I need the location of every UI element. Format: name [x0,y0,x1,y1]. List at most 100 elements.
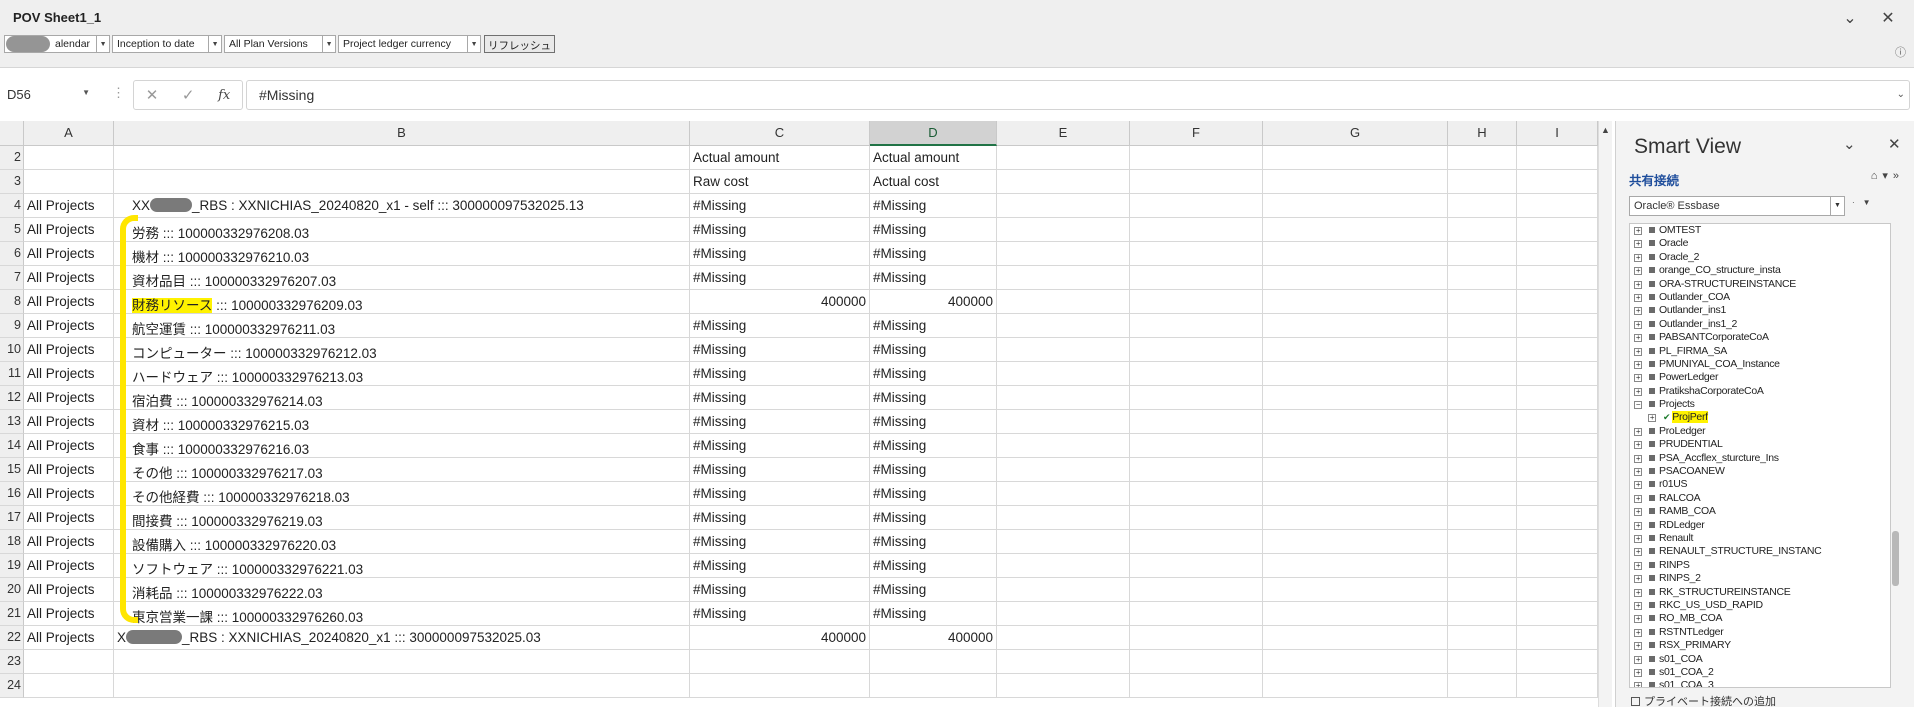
cell-i[interactable] [1517,314,1598,338]
cell-h[interactable] [1448,482,1517,506]
expand-node-icon[interactable]: + [1634,601,1642,610]
expand-node-icon[interactable]: + [1634,334,1642,343]
cell-f[interactable] [1130,290,1263,314]
cell-b[interactable]: 機材 ::: 100000332976210.03 [114,242,690,266]
cell-a[interactable]: All Projects [24,266,114,290]
cell-i[interactable] [1517,458,1598,482]
collapse-node-icon[interactable]: − [1634,401,1642,410]
cell-e[interactable] [997,218,1130,242]
cell-f[interactable] [1130,554,1263,578]
chevron-down-icon[interactable]: ▾ [1882,170,1893,182]
expand-node-icon[interactable]: + [1634,642,1642,651]
cell-b[interactable]: 消耗品 ::: 100000332976222.03 [114,578,690,602]
expand-node-icon[interactable]: + [1634,427,1642,436]
cell-c[interactable]: #Missing [690,362,870,386]
cell-e[interactable] [997,410,1130,434]
cell-b[interactable]: 資材 ::: 100000332976215.03 [114,410,690,434]
tree-node[interactable]: + s01_COA [1630,653,1890,666]
column-header-b[interactable]: B [114,121,690,146]
cell-h[interactable] [1448,602,1517,626]
cell-f[interactable] [1130,674,1263,698]
expand-node-icon[interactable]: + [1634,534,1642,543]
cell-c[interactable]: #Missing [690,458,870,482]
row-header[interactable]: 17 [0,506,24,530]
expand-node-icon[interactable]: + [1634,494,1642,503]
row-header[interactable]: 13 [0,410,24,434]
cell-h[interactable] [1448,314,1517,338]
cell-i[interactable] [1517,338,1598,362]
cell-b[interactable] [114,650,690,674]
column-header-d[interactable]: D [870,121,997,146]
cell-c[interactable]: #Missing [690,434,870,458]
cell-e[interactable] [997,458,1130,482]
cell-i[interactable] [1517,482,1598,506]
cell-h[interactable] [1448,290,1517,314]
cell-d[interactable]: #Missing [870,530,997,554]
cell-g[interactable] [1263,626,1448,650]
cell-a[interactable]: All Projects [24,410,114,434]
cell-d[interactable]: 400000 [870,290,997,314]
cell-c[interactable]: #Missing [690,578,870,602]
cell-h[interactable] [1448,386,1517,410]
row-header[interactable]: 4 [0,194,24,218]
scroll-up-icon[interactable]: ▲ [1601,125,1610,135]
row-header[interactable]: 6 [0,242,24,266]
expand-node-icon[interactable]: + [1634,521,1642,530]
cell-a[interactable]: All Projects [24,554,114,578]
cell-h[interactable] [1448,578,1517,602]
cell-f[interactable] [1130,434,1263,458]
cell-h[interactable] [1448,410,1517,434]
cell-i[interactable] [1517,170,1598,194]
cell-h[interactable] [1448,266,1517,290]
cell-b[interactable]: その他経費 ::: 100000332976218.03 [114,482,690,506]
cell-e[interactable] [997,554,1130,578]
cell-g[interactable] [1263,602,1448,626]
cell-g[interactable] [1263,506,1448,530]
cell-a[interactable]: All Projects [24,602,114,626]
add-private-connection-link[interactable]: プライベート接続への追加 [1631,693,1776,707]
tree-node[interactable]: + PowerLedger [1630,371,1890,384]
tree-node[interactable]: + s01_COA_3 [1630,679,1890,687]
pane-close-icon[interactable]: ✕ [1888,135,1901,153]
cell-c[interactable]: Actual amount [690,146,870,170]
cell-b[interactable]: ソフトウェア ::: 100000332976221.03 [114,554,690,578]
cell-a[interactable]: All Projects [24,194,114,218]
cell-a[interactable]: All Projects [24,506,114,530]
cell-b[interactable]: XX _RBS : XXNICHIAS_20240820_x1 - self ::… [114,194,690,218]
cell-a[interactable]: All Projects [24,434,114,458]
cell-b[interactable]: 間接費 ::: 100000332976219.03 [114,506,690,530]
cancel-icon[interactable]: ✕ [146,86,159,104]
column-header-g[interactable]: G [1263,121,1448,146]
enter-icon[interactable]: ✓ [182,86,195,104]
tree-node[interactable]: + PMUNIYAL_COA_Instance [1630,358,1890,371]
expand-node-icon[interactable]: + [1634,682,1642,687]
cell-i[interactable] [1517,266,1598,290]
cell-a[interactable] [24,170,114,194]
cell-g[interactable] [1263,218,1448,242]
tree-node[interactable]: + Outlander_COA [1630,291,1890,304]
cell-g[interactable] [1263,530,1448,554]
cell-f[interactable] [1130,482,1263,506]
cell-a[interactable]: All Projects [24,458,114,482]
cell-f[interactable] [1130,314,1263,338]
cell-h[interactable] [1448,674,1517,698]
cell-i[interactable] [1517,290,1598,314]
tree-node[interactable]: + r01US [1630,478,1890,491]
cell-c[interactable]: #Missing [690,194,870,218]
expand-node-icon[interactable]: + [1634,548,1642,557]
expand-node-icon[interactable]: + [1634,655,1642,664]
row-header[interactable]: 16 [0,482,24,506]
cell-f[interactable] [1130,626,1263,650]
cell-g[interactable] [1263,314,1448,338]
connection-tree[interactable]: + OMTEST + Oracle + Oracle_2 + orange_CO_struct… [1629,223,1891,688]
cell-i[interactable] [1517,194,1598,218]
tree-node[interactable]: + RKC_US_USD_RAPID [1630,599,1890,612]
cell-a[interactable] [24,674,114,698]
provider-select[interactable]: Oracle® Essbase ▼ [1629,196,1845,216]
cell-e[interactable] [997,146,1130,170]
row-header[interactable]: 19 [0,554,24,578]
cell-g[interactable] [1263,482,1448,506]
cell-f[interactable] [1130,386,1263,410]
cell-g[interactable] [1263,266,1448,290]
expand-node-icon[interactable]: + [1634,628,1642,637]
